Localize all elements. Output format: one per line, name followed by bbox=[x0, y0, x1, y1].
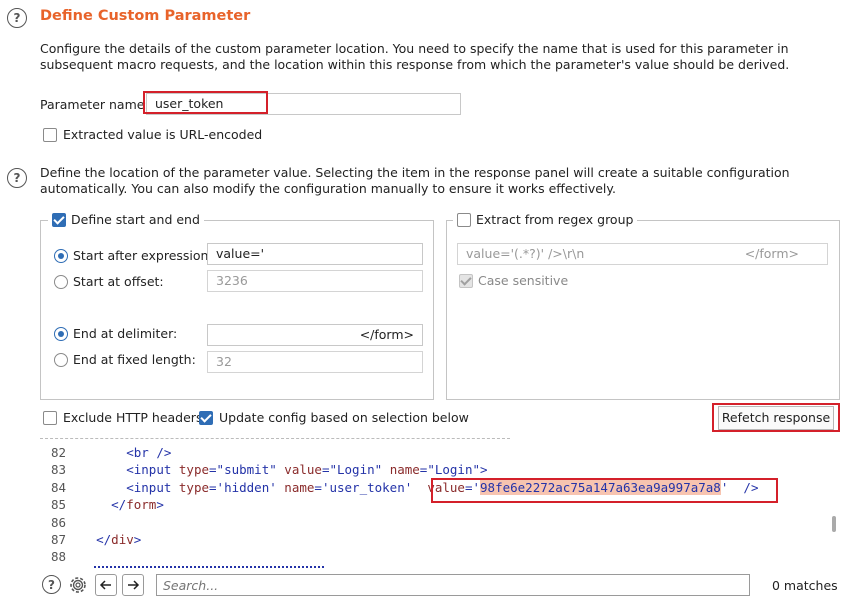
param-name-highlight bbox=[143, 91, 268, 114]
line-number: 84 bbox=[50, 479, 66, 495]
code-token: type bbox=[178, 479, 210, 495]
end-delimiter-value: </form> bbox=[359, 327, 414, 342]
start-offset-label: Start at offset: bbox=[73, 274, 164, 289]
code-token: <input bbox=[126, 462, 179, 478]
code-token: <input bbox=[126, 479, 179, 495]
update-config-option[interactable]: Update config based on selection below bbox=[199, 410, 469, 425]
footer-bar: ? 0 matches bbox=[40, 572, 846, 601]
scrollbar-thumb[interactable] bbox=[832, 516, 836, 532]
line-number: 83 bbox=[50, 462, 66, 478]
code-token: = bbox=[314, 479, 322, 495]
code-token: div bbox=[111, 532, 134, 548]
end-fixed-value: 32 bbox=[216, 354, 232, 369]
help-icon-footer[interactable]: ? bbox=[42, 575, 61, 594]
code-line: 82 <br /> bbox=[40, 444, 758, 461]
end-delimiter-field[interactable]: </form> bbox=[207, 324, 423, 346]
code-token: name bbox=[389, 462, 420, 478]
start-offset-field[interactable]: 3236 bbox=[207, 270, 423, 292]
exclude-headers-label: Exclude HTTP headers bbox=[63, 410, 203, 425]
end-delimiter-radio[interactable] bbox=[54, 326, 68, 341]
code-line: 83 <input type="submit" value="Login" na… bbox=[40, 461, 758, 478]
line-number: 82 bbox=[50, 445, 66, 460]
regex-option[interactable]: Extract from regex group bbox=[453, 212, 638, 227]
code-token: type bbox=[178, 462, 210, 478]
end-fixed-label: End at fixed length: bbox=[73, 352, 196, 367]
code-token: 'user_token' bbox=[321, 479, 413, 495]
code-token: value bbox=[284, 462, 322, 478]
line-number: 87 bbox=[50, 532, 66, 548]
code-token: > bbox=[480, 462, 488, 478]
help-icon-2[interactable]: ? bbox=[7, 168, 27, 188]
response-panel[interactable]: 82 <br /> 83 <input type="submit" value="… bbox=[40, 438, 840, 568]
line-number: 85 bbox=[50, 497, 66, 513]
code-line: 86 bbox=[40, 514, 758, 531]
end-fixed-radio[interactable] bbox=[54, 352, 68, 367]
start-after-label: Start after expression: bbox=[73, 248, 213, 263]
start-after-option[interactable]: Start after expression: bbox=[54, 248, 213, 263]
end-fixed-option[interactable]: End at fixed length: bbox=[54, 352, 196, 367]
param-name-label: Parameter name: bbox=[40, 97, 149, 112]
start-after-value: value=' bbox=[216, 246, 265, 261]
define-start-end-checkbox[interactable] bbox=[52, 212, 66, 227]
start-after-radio[interactable] bbox=[54, 248, 68, 263]
code-token: "submit" bbox=[216, 462, 277, 478]
start-offset-option[interactable]: Start at offset: bbox=[54, 274, 164, 289]
line-number: 88 bbox=[50, 549, 66, 565]
update-config-checkbox[interactable] bbox=[199, 410, 213, 425]
code-token: > bbox=[156, 497, 164, 513]
url-encoded-label: Extracted value is URL-encoded bbox=[63, 127, 263, 142]
code-token: name bbox=[284, 479, 315, 495]
regex-value-left: value='(.*?)' />\r\n bbox=[466, 246, 585, 261]
section1-description: Configure the details of the custom para… bbox=[40, 41, 790, 72]
code-token: = bbox=[209, 462, 217, 478]
regex-value-right: </form> bbox=[744, 246, 799, 261]
case-sensitive-option[interactable]: Case sensitive bbox=[459, 273, 568, 288]
end-delimiter-label: End at delimiter: bbox=[73, 326, 178, 341]
code-token: "Login" bbox=[427, 462, 481, 478]
help-icon[interactable]: ? bbox=[7, 8, 27, 28]
end-delimiter-option[interactable]: End at delimiter: bbox=[54, 326, 177, 341]
code-token: <br /> bbox=[126, 445, 172, 460]
section2-description: Define the location of the parameter val… bbox=[40, 165, 790, 196]
gear-icon[interactable] bbox=[67, 574, 89, 596]
code-line: 87 </div> bbox=[40, 531, 758, 548]
url-encoded-option[interactable]: Extracted value is URL-encoded bbox=[43, 127, 262, 142]
case-sensitive-checkbox[interactable] bbox=[459, 273, 473, 288]
line-number: 86 bbox=[50, 514, 66, 530]
code-token: </ bbox=[111, 497, 127, 513]
define-start-end-option[interactable]: Define start and end bbox=[48, 212, 204, 227]
url-encoded-checkbox[interactable] bbox=[43, 127, 57, 142]
page-title: Define Custom Parameter bbox=[40, 8, 251, 24]
define-start-end-label: Define start and end bbox=[71, 212, 200, 227]
back-arrow-icon[interactable] bbox=[95, 574, 117, 596]
code-token: > bbox=[133, 532, 142, 548]
exclude-headers-option[interactable]: Exclude HTTP headers bbox=[43, 410, 202, 425]
exclude-headers-checkbox[interactable] bbox=[43, 410, 57, 425]
code-line: 88 bbox=[40, 548, 758, 565]
start-after-field[interactable]: value=' bbox=[207, 243, 423, 265]
regex-checkbox[interactable] bbox=[457, 212, 471, 227]
forward-arrow-icon[interactable] bbox=[122, 574, 144, 596]
start-offset-radio[interactable] bbox=[54, 274, 68, 289]
regex-label: Extract from regex group bbox=[476, 212, 634, 227]
code-token: = bbox=[209, 479, 217, 495]
code-token: </ bbox=[96, 532, 112, 548]
code-token: 'hidden' bbox=[216, 479, 277, 495]
value-highlight bbox=[431, 478, 778, 503]
code-token: form bbox=[126, 497, 157, 513]
refetch-highlight bbox=[712, 403, 840, 432]
update-config-label: Update config based on selection below bbox=[219, 410, 469, 425]
line-89-partial bbox=[94, 566, 324, 568]
start-offset-value: 3236 bbox=[216, 273, 248, 288]
code-token: "Login" bbox=[329, 462, 383, 478]
code-lines: 82 <br /> 83 <input type="submit" value="… bbox=[40, 444, 759, 566]
end-fixed-field[interactable]: 32 bbox=[207, 351, 423, 373]
regex-field[interactable]: value='(.*?)' />\r\n </form> bbox=[457, 243, 828, 265]
match-count: 0 matches bbox=[772, 578, 838, 593]
case-sensitive-label: Case sensitive bbox=[478, 273, 569, 288]
search-input[interactable] bbox=[156, 574, 750, 596]
